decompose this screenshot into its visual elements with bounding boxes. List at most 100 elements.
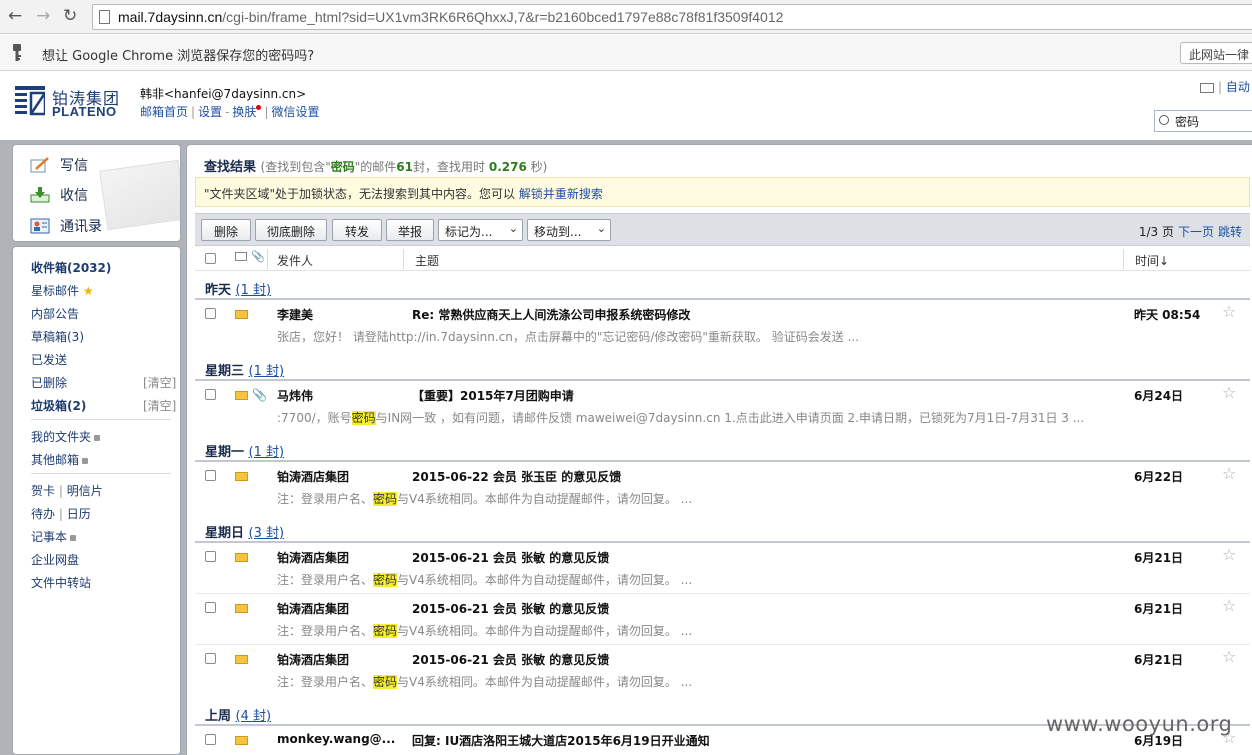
read-status-icon: [235, 252, 247, 261]
unlock-research-link[interactable]: 解锁并重新搜索: [519, 187, 603, 201]
group-count-link[interactable]: (1 封): [236, 283, 272, 298]
watermark: www.wooyun.org: [1046, 712, 1233, 736]
envelope-icon: [235, 310, 248, 319]
email-checkbox[interactable]: [205, 389, 216, 400]
receive-button[interactable]: 收信: [30, 185, 88, 205]
search-keyword: 密码: [330, 160, 355, 174]
star-icon[interactable]: ☆: [1222, 596, 1236, 615]
email-checkbox[interactable]: [205, 470, 216, 481]
netdisk-link[interactable]: 企业网盘: [31, 551, 79, 568]
report-button[interactable]: 举报: [386, 219, 434, 241]
mailbox-home-link[interactable]: 邮箱首页: [140, 105, 188, 119]
email-row[interactable]: 铂涛酒店集团 2015-06-21 会员 张敏 的意见反馈 注：登录用户名、密码…: [195, 544, 1250, 594]
lock-icon: [82, 457, 89, 464]
search-time: 0.276: [488, 160, 527, 174]
folder-sent[interactable]: 已发送: [31, 351, 67, 368]
email-row[interactable]: 李建美 Re: 常熟供应商天上人间洗涤公司申报系统密码修改 张店，您好！ 请登陆…: [195, 301, 1250, 351]
mail-search-box[interactable]: [1154, 110, 1252, 132]
calendar-link[interactable]: 日历: [67, 507, 91, 521]
search-results-panel: 查找结果 (查找到包含"密码"的邮件61封，查找用时 0.276 秒) "文件夹…: [186, 144, 1252, 755]
folder-starred[interactable]: 星标邮件 ★: [31, 282, 94, 299]
email-date: 6月21日: [1134, 653, 1184, 667]
email-snippet: 注：登录用户名、密码与V4系统相同。本邮件为自动提醒邮件，请勿回复。 ...: [277, 573, 693, 587]
todo-link[interactable]: 待办: [31, 507, 55, 521]
folder-drafts[interactable]: 草稿箱(3): [31, 328, 84, 345]
star-icon[interactable]: ☆: [1222, 383, 1236, 402]
star-icon[interactable]: ☆: [1222, 647, 1236, 666]
compose-button[interactable]: 写信: [30, 155, 88, 175]
email-subject: 2015-06-21 会员 张敏 的意见反馈: [412, 551, 610, 565]
email-row[interactable]: 📎 马炜伟 【重要】2015年7月团购申请 :7700/，账号密码与IN网一致 …: [195, 382, 1250, 432]
email-date: 6月21日: [1134, 551, 1184, 565]
email-sender: 铂涛酒店集团: [277, 470, 350, 484]
forward-arrow-icon[interactable]: →: [36, 6, 50, 26]
pagination: 1/3 页下一页 跳转: [1139, 223, 1242, 240]
clear-spam-button[interactable]: [清空]: [143, 397, 176, 414]
notes-link[interactable]: 记事本: [31, 528, 77, 545]
forward-button[interactable]: 转发: [332, 219, 382, 241]
contacts-button[interactable]: 通讯录: [30, 216, 102, 236]
next-page-link[interactable]: 下一页: [1178, 225, 1214, 239]
date-group-header: 上周 (4 封): [205, 709, 272, 724]
lock-icon: [70, 534, 77, 541]
search-input[interactable]: [1175, 113, 1252, 129]
email-checkbox[interactable]: [205, 734, 216, 745]
group-count-link[interactable]: (1 封): [249, 364, 285, 379]
contacts-icon: [30, 218, 50, 234]
reload-icon[interactable]: ↻: [63, 6, 77, 26]
new-dot-icon: [256, 105, 262, 110]
key-icon: [13, 44, 21, 61]
never-save-button[interactable]: 此网站一律: [1180, 42, 1252, 64]
group-count-link[interactable]: (3 封): [249, 526, 285, 541]
url-field[interactable]: mail.7daysinn.cn/cgi-bin/frame_html?sid=…: [92, 4, 1252, 30]
envelope-decoration: [99, 159, 180, 231]
email-row[interactable]: 铂涛酒店集团 2015-06-21 会员 张敏 的意见反馈 注：登录用户名、密码…: [195, 595, 1250, 645]
save-password-prompt: 想让 Google Chrome 浏览器保存您的密码吗?: [42, 49, 315, 64]
email-sender: 铂涛酒店集团: [277, 551, 350, 565]
file-transfer-link[interactable]: 文件中转站: [31, 574, 91, 591]
folder-spam[interactable]: 垃圾箱(2): [31, 397, 86, 414]
email-row[interactable]: 铂涛酒店集团 2015-06-22 会员 张玉臣 的意见反馈 注：登录用户名、密…: [195, 463, 1250, 513]
results-title-text: 查找结果: [204, 160, 257, 175]
mail-frame: 写信 收信 通讯录 收件箱(2032) 星标邮件 ★ 内部公告 草稿箱(3) 已…: [0, 140, 1252, 755]
email-checkbox[interactable]: [205, 653, 216, 664]
email-checkbox[interactable]: [205, 308, 216, 319]
folder-announcements[interactable]: 内部公告: [31, 305, 79, 322]
envelope-icon: [235, 736, 248, 745]
postcards-link[interactable]: 明信片: [67, 484, 103, 498]
delete-forever-button[interactable]: 彻底删除: [255, 219, 327, 241]
envelope-icon: [235, 472, 248, 481]
back-arrow-icon[interactable]: ←: [8, 6, 22, 26]
envelope-icon: [235, 391, 248, 400]
group-count-link[interactable]: (4 封): [236, 709, 272, 724]
jump-link[interactable]: 跳转: [1218, 225, 1242, 239]
my-folders[interactable]: 我的文件夹: [31, 428, 101, 445]
folder-inbox[interactable]: 收件箱(2032): [31, 259, 111, 276]
wechat-settings-link[interactable]: 微信设置: [271, 105, 319, 119]
cards-link[interactable]: 贺卡: [31, 484, 55, 498]
other-mailboxes[interactable]: 其他邮箱: [31, 451, 89, 468]
move-to-dropdown[interactable]: 移动到... ⌄: [527, 219, 611, 241]
mark-as-dropdown[interactable]: 标记为... ⌄: [438, 219, 523, 241]
folder-starred-label: 星标邮件: [31, 284, 80, 298]
star-icon[interactable]: ☆: [1222, 302, 1236, 321]
sender-column-header[interactable]: 发件人: [277, 252, 313, 269]
group-count-link[interactable]: (1 封): [249, 445, 285, 460]
select-all-checkbox[interactable]: [205, 253, 216, 264]
email-checkbox[interactable]: [205, 551, 216, 562]
clear-deleted-button[interactable]: [清空]: [143, 374, 176, 391]
email-date: 6月22日: [1134, 470, 1184, 484]
email-checkbox[interactable]: [205, 602, 216, 613]
change-skin-link[interactable]: 换肤: [232, 105, 256, 119]
settings-link[interactable]: 设置: [198, 105, 222, 119]
time-column-header[interactable]: 时间↓: [1135, 252, 1169, 269]
keyboard-toggle[interactable]: | 自动: [1200, 78, 1250, 95]
star-icon[interactable]: ☆: [1222, 545, 1236, 564]
star-icon[interactable]: ☆: [1222, 464, 1236, 483]
subject-column-header[interactable]: 主题: [415, 252, 439, 269]
email-date: 6月21日: [1134, 602, 1184, 616]
delete-button[interactable]: 删除: [201, 219, 251, 241]
email-row[interactable]: 铂涛酒店集团 2015-06-21 会员 张敏 的意见反馈 注：登录用户名、密码…: [195, 646, 1250, 696]
folder-deleted[interactable]: 已删除: [31, 374, 67, 391]
email-subject: 回复: IU酒店洛阳王城大道店2015年6月19日开业通知: [412, 734, 710, 748]
